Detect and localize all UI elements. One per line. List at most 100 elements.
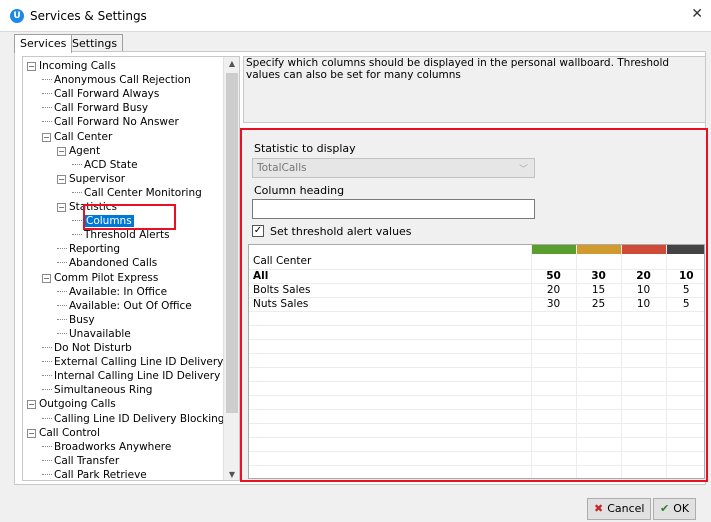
empty-row bbox=[249, 325, 704, 340]
tree-item[interactable]: Call Forward Busy bbox=[42, 101, 148, 115]
tree-item[interactable]: Columns bbox=[72, 214, 134, 228]
collapse-icon[interactable]: − bbox=[27, 62, 36, 71]
footer: ✖ Cancel ✔ OK bbox=[0, 485, 711, 522]
tree-connector bbox=[72, 220, 82, 222]
empty-row bbox=[249, 311, 704, 326]
threshold-value[interactable]: 20 bbox=[531, 283, 577, 298]
scroll-down-icon[interactable]: ▼ bbox=[224, 468, 239, 480]
tree-item-label: Outgoing Calls bbox=[39, 398, 116, 411]
table-row[interactable]: Bolts Sales 20 15 10 5 bbox=[249, 283, 704, 298]
tab-services[interactable]: Services bbox=[14, 34, 73, 53]
scroll-thumb[interactable] bbox=[226, 73, 238, 413]
threshold-color-1 bbox=[531, 245, 577, 254]
tree-item[interactable]: Call Transfer bbox=[42, 454, 119, 468]
tree-item[interactable]: Call Forward Always bbox=[42, 87, 159, 101]
collapse-icon[interactable]: − bbox=[42, 132, 51, 142]
tree-connector bbox=[57, 248, 67, 250]
tree-item-label: Call Forward Always bbox=[54, 88, 160, 101]
tree-item-label: Comm Pilot Express bbox=[54, 271, 159, 284]
tree-connector bbox=[72, 234, 82, 236]
tree-item[interactable]: Reporting bbox=[57, 242, 120, 256]
threshold-value[interactable]: 5 bbox=[666, 283, 704, 298]
tree-item-label: Call Forward Busy bbox=[54, 102, 149, 115]
tree-item[interactable]: − Comm Pilot Express bbox=[42, 271, 158, 285]
threshold-value[interactable]: 5 bbox=[666, 297, 704, 312]
tree-item[interactable]: − Supervisor bbox=[57, 172, 125, 186]
threshold-color-3 bbox=[621, 245, 667, 254]
tree-item[interactable]: Call Park Retrieve bbox=[42, 468, 147, 480]
tree-item[interactable]: − Agent bbox=[57, 144, 100, 158]
tree-item[interactable]: Available: Out Of Office bbox=[57, 299, 192, 313]
heading-label: Column heading bbox=[254, 184, 345, 197]
app-icon: U bbox=[10, 9, 24, 23]
cancel-button[interactable]: ✖ Cancel bbox=[587, 498, 652, 520]
empty-row bbox=[249, 381, 704, 396]
threshold-checkbox[interactable]: ✓ bbox=[252, 225, 264, 237]
threshold-value[interactable]: 10 bbox=[621, 283, 667, 298]
tree-item[interactable]: Call Center Monitoring bbox=[72, 186, 202, 200]
collapse-icon[interactable]: − bbox=[27, 428, 36, 438]
tree-item[interactable]: ACD State bbox=[72, 158, 138, 172]
tree-item[interactable]: Available: In Office bbox=[57, 285, 167, 299]
tree-item[interactable]: Busy bbox=[57, 313, 95, 327]
tree-item[interactable]: − Statistics bbox=[57, 200, 117, 214]
collapse-icon[interactable]: − bbox=[42, 273, 51, 283]
threshold-value[interactable]: 15 bbox=[576, 283, 622, 298]
tree-item[interactable]: − Outgoing Calls bbox=[27, 397, 116, 411]
column-heading-input[interactable] bbox=[252, 199, 535, 219]
scroll-up-icon[interactable]: ▲ bbox=[224, 57, 239, 71]
threshold-value[interactable]: 10 bbox=[666, 269, 704, 284]
tree-item[interactable]: Unavailable bbox=[57, 327, 131, 341]
tree-item[interactable]: Calling Line ID Delivery Blocking bbox=[42, 412, 224, 426]
collapse-icon[interactable]: − bbox=[27, 400, 36, 410]
tree-item[interactable]: Abandoned Calls bbox=[57, 256, 157, 270]
collapse-icon[interactable]: − bbox=[57, 174, 66, 184]
threshold-value[interactable]: 50 bbox=[531, 269, 577, 284]
threshold-value[interactable]: 30 bbox=[576, 269, 622, 284]
tree-item-label: Agent bbox=[69, 144, 101, 157]
tree-connector bbox=[57, 318, 67, 320]
ok-button[interactable]: ✔ OK bbox=[653, 498, 697, 520]
table-row[interactable]: Nuts Sales 30 25 10 5 bbox=[249, 297, 704, 312]
tree-connector bbox=[42, 93, 52, 95]
table-row[interactable]: All 50 30 20 10 bbox=[249, 269, 704, 284]
collapse-icon[interactable]: − bbox=[57, 146, 66, 156]
tree-item[interactable]: − Incoming Calls bbox=[27, 59, 116, 73]
tree-connector bbox=[57, 262, 67, 264]
tree-scrollbar[interactable]: ▲ ▼ bbox=[223, 57, 239, 480]
tree-item-label: Anonymous Call Rejection bbox=[54, 74, 191, 87]
empty-row bbox=[249, 451, 704, 466]
threshold-color-2 bbox=[576, 245, 622, 254]
tree-item-label: Incoming Calls bbox=[39, 60, 116, 72]
statistic-select[interactable]: TotalCalls ﹀ bbox=[252, 158, 535, 178]
tree-item[interactable]: − Call Center bbox=[42, 130, 112, 144]
tree-item[interactable]: Broadworks Anywhere bbox=[42, 440, 171, 454]
tree-item[interactable]: Threshold Alerts bbox=[72, 228, 170, 242]
threshold-color-row bbox=[249, 245, 704, 254]
tree-item[interactable]: Do Not Disturb bbox=[42, 341, 132, 355]
tree-item[interactable]: − Call Control bbox=[27, 426, 100, 440]
collapse-icon[interactable]: − bbox=[57, 203, 66, 212]
tree-item-label: External Calling Line ID Delivery bbox=[54, 356, 224, 369]
tree-item-label: Call Control bbox=[39, 426, 100, 439]
tree-item[interactable]: Internal Calling Line ID Delivery bbox=[42, 369, 220, 383]
column-settings-panel: Statistic to display TotalCalls ﹀ Column… bbox=[240, 128, 708, 482]
threshold-value[interactable]: 10 bbox=[621, 297, 667, 312]
tree-item[interactable]: Simultaneous Ring bbox=[42, 383, 152, 397]
ok-label: OK bbox=[673, 502, 690, 515]
tree-item[interactable]: External Calling Line ID Delivery bbox=[42, 355, 223, 369]
close-icon[interactable]: ✕ bbox=[691, 6, 703, 22]
tree-connector bbox=[42, 107, 52, 109]
tree-item-label: ACD State bbox=[84, 158, 138, 171]
tab-settings[interactable]: Settings bbox=[66, 34, 124, 52]
tree-connector bbox=[57, 290, 67, 292]
row-name: Bolts Sales bbox=[249, 283, 532, 298]
tree-item[interactable]: Call Forward No Answer bbox=[42, 115, 179, 129]
threshold-value[interactable]: 20 bbox=[621, 269, 667, 284]
threshold-value[interactable]: 30 bbox=[531, 297, 577, 312]
threshold-label: Set threshold alert values bbox=[270, 225, 412, 238]
tree-item-label: Reporting bbox=[69, 243, 121, 256]
threshold-value[interactable]: 25 bbox=[576, 297, 622, 312]
empty-row bbox=[249, 367, 704, 382]
tree-item[interactable]: Anonymous Call Rejection bbox=[42, 73, 191, 87]
